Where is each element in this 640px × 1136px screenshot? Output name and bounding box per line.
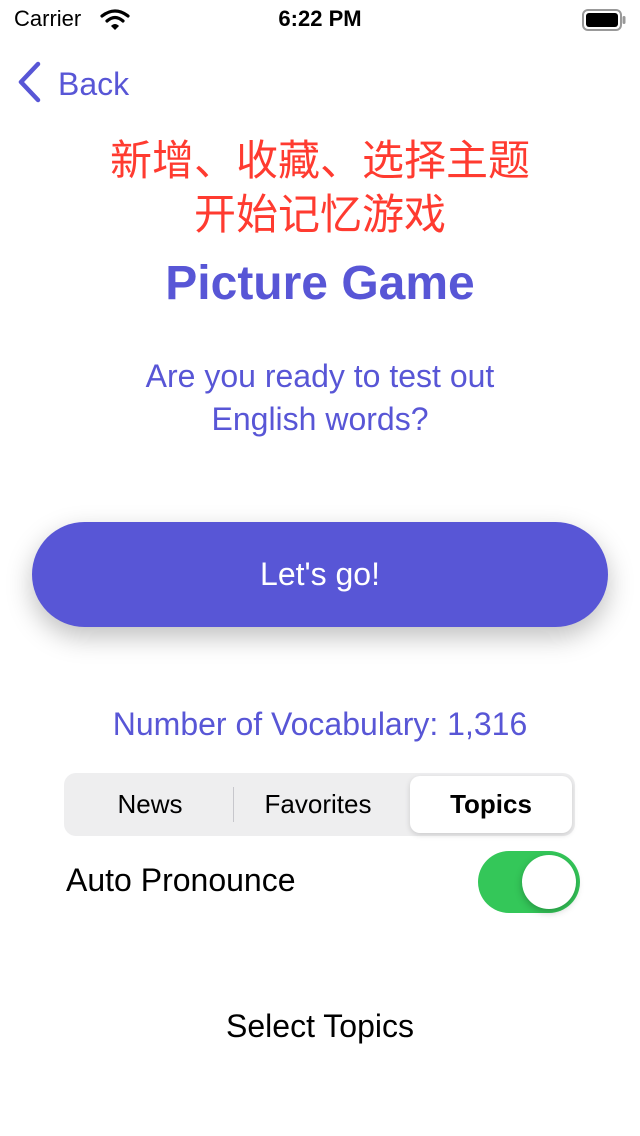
subtitle-line-1: Are you ready to test out <box>145 358 495 394</box>
segment-news[interactable]: News <box>67 776 233 833</box>
back-button[interactable]: Back <box>16 61 130 108</box>
chevron-left-icon <box>16 61 42 108</box>
status-time: 6:22 PM <box>278 6 362 31</box>
subtitle-line-2: English words? <box>211 401 429 437</box>
auto-pronounce-toggle[interactable] <box>478 851 580 913</box>
segment-topics[interactable]: Topics <box>410 776 572 833</box>
vocabulary-count: Number of Vocabulary: 1,316 <box>112 706 528 742</box>
annotation-line-1: 新增、收藏、选择主题 <box>109 136 530 185</box>
toggle-knob <box>522 855 576 909</box>
source-segmented-control: News Favorites Topics <box>64 773 575 836</box>
select-topics-button[interactable]: Select Topics <box>0 1008 640 1045</box>
segment-favorites[interactable]: Favorites <box>235 776 401 833</box>
auto-pronounce-label: Auto Pronounce <box>66 862 296 898</box>
annotation-line-2: 开始记忆游戏 <box>193 190 446 239</box>
status-bar: Carrier 6:22 PM <box>0 0 640 40</box>
battery-icon <box>582 9 626 31</box>
lets-go-button[interactable]: Let's go! <box>32 522 608 627</box>
page-title: Picture Game <box>165 257 475 310</box>
back-label: Back <box>58 65 130 102</box>
segment-divider <box>233 787 234 822</box>
